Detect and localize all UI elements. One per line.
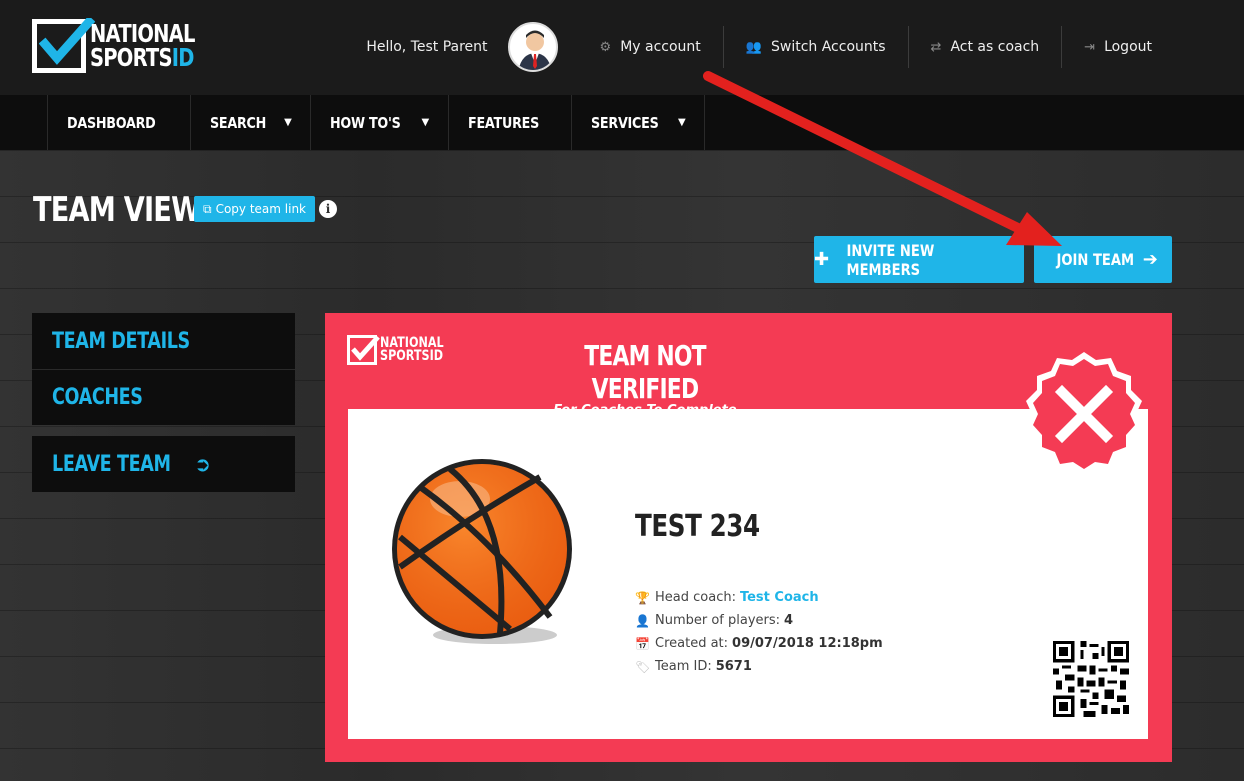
nav-features[interactable]: FEATURES — [447, 95, 571, 150]
main-nav: DASHBOARD SEARCH ▼ HOW TO'S ▼ FEATURES S… — [0, 95, 1244, 150]
my-account-link[interactable]: ⚙ My account — [578, 26, 723, 68]
logout-icon: ⇥ — [1084, 39, 1096, 55]
leave-team-panel: LEAVE TEAM ➲ — [32, 436, 295, 492]
sign-out-icon: ➲ — [194, 452, 211, 476]
leave-team-button[interactable]: LEAVE TEAM ➲ — [32, 436, 295, 492]
nav-services[interactable]: SERVICES ▼ — [570, 95, 706, 150]
info-icon[interactable]: i — [319, 200, 337, 218]
user-icon: 👤 — [635, 613, 650, 628]
verification-status: TEAM NOT VERIFIED For Coaches To Complet… — [553, 339, 736, 418]
trophy-icon: 🏆 — [635, 590, 650, 605]
team-name: TEST 234 — [635, 509, 760, 544]
not-verified-badge-icon — [1026, 352, 1142, 476]
switch-accounts-link[interactable]: 👥 Switch Accounts — [722, 26, 908, 68]
created-row: 📅 Created at: 09/07/2018 12:18pm — [635, 636, 883, 651]
logo-text: NATIONAL SPORTSID — [90, 19, 195, 72]
logout-link[interactable]: ⇥ Logout — [1061, 26, 1174, 68]
basketball-icon — [392, 459, 572, 644]
sidebar-item-coaches[interactable]: COACHES — [32, 369, 295, 425]
users-icon: 👥 — [745, 39, 762, 55]
chevron-down-icon: ▼ — [677, 117, 686, 128]
gear-icon: ⚙ — [599, 39, 612, 55]
team-info: 🏆 Head coach: Test Coach 👤 Number of pla… — [635, 586, 883, 678]
head-coach-row: 🏆 Head coach: Test Coach — [635, 590, 819, 605]
nav-dashboard[interactable]: DASHBOARD — [47, 95, 190, 150]
tag-icon: 🏷 — [635, 659, 651, 674]
chevron-down-icon: ▼ — [421, 117, 430, 128]
swap-icon: ⇄ — [930, 39, 942, 55]
sidebar-item-team-details[interactable]: TEAM DETAILS — [32, 313, 295, 369]
invite-new-members-button[interactable]: ✚ INVITE NEW MEMBERS — [814, 236, 1024, 283]
avatar[interactable] — [507, 22, 558, 72]
top-header: NATIONAL SPORTSID Hello, Test Parent ⚙ M… — [0, 0, 1244, 95]
greeting: Hello, Test Parent — [366, 39, 488, 55]
players-row: 👤 Number of players: 4 — [635, 613, 794, 628]
logo-check-icon — [347, 335, 380, 365]
brand-logo[interactable]: NATIONAL SPORTSID — [32, 18, 214, 74]
head-coach-link[interactable]: Test Coach — [740, 590, 819, 605]
team-card: NATIONAL SPORTSID TEAM NOT VERIFIED For … — [325, 313, 1172, 762]
join-team-button[interactable]: JOIN TEAM ➔ — [1034, 236, 1172, 283]
act-as-coach-link[interactable]: ⇄ Act as coach — [907, 26, 1062, 68]
team-id-row: 🏷 Team ID: 5671 — [635, 659, 752, 674]
team-sidebar: TEAM DETAILS COACHES — [32, 313, 295, 425]
sign-in-icon: ➔ — [1142, 249, 1158, 270]
nav-how-tos[interactable]: HOW TO'S ▼ — [310, 95, 447, 150]
copy-icon: ⧉ — [203, 201, 212, 216]
plus-icon: ✚ — [814, 249, 830, 270]
card-logo: NATIONAL SPORTSID — [347, 335, 460, 365]
account-links: Hello, Test Parent ⚙ My account 👥 Switch… — [366, 22, 1174, 72]
page-title: TEAM VIEW — [33, 190, 201, 230]
copy-team-link-button[interactable]: ⧉ Copy team link — [194, 196, 315, 222]
nav-search[interactable]: SEARCH ▼ — [190, 95, 310, 150]
chevron-down-icon: ▼ — [284, 117, 292, 128]
qr-code[interactable] — [1053, 641, 1129, 717]
calendar-icon: 📅 — [635, 636, 650, 651]
logo-check-icon — [32, 18, 95, 73]
